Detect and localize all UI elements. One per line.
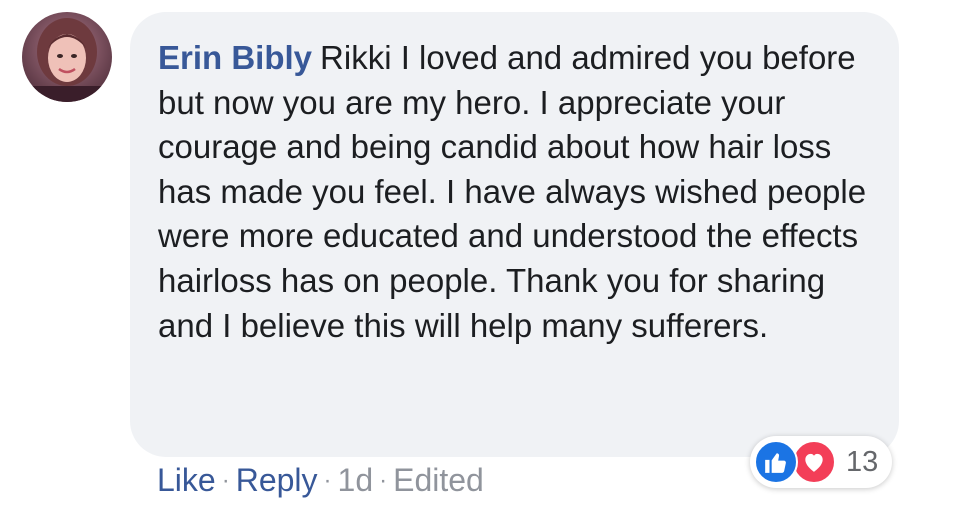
comment: Erin Bibly Rikki I loved and admired you …	[0, 0, 980, 525]
comment-actions: Like · Reply · 1d · Edited	[157, 462, 484, 499]
timestamp[interactable]: 1d	[338, 462, 374, 498]
comment-bubble: Erin Bibly Rikki I loved and admired you …	[130, 12, 899, 457]
reaction-icons	[754, 438, 838, 486]
avatar[interactable]	[22, 12, 112, 102]
comment-body: Erin Bibly Rikki I loved and admired you …	[158, 36, 871, 348]
separator: ·	[379, 467, 388, 494]
reaction-count: 13	[846, 445, 879, 478]
edited-label[interactable]: Edited	[393, 462, 484, 498]
like-link[interactable]: Like	[157, 462, 216, 498]
comment-text: Rikki I loved and admired you before but…	[158, 39, 867, 344]
love-icon	[792, 440, 836, 484]
reactions-summary[interactable]: 13	[750, 436, 893, 488]
like-icon	[754, 440, 798, 484]
separator: ·	[323, 467, 332, 494]
separator: ·	[221, 467, 230, 494]
reply-link[interactable]: Reply	[236, 462, 318, 498]
author-name[interactable]: Erin Bibly	[158, 39, 312, 76]
profile-photo	[22, 12, 112, 102]
